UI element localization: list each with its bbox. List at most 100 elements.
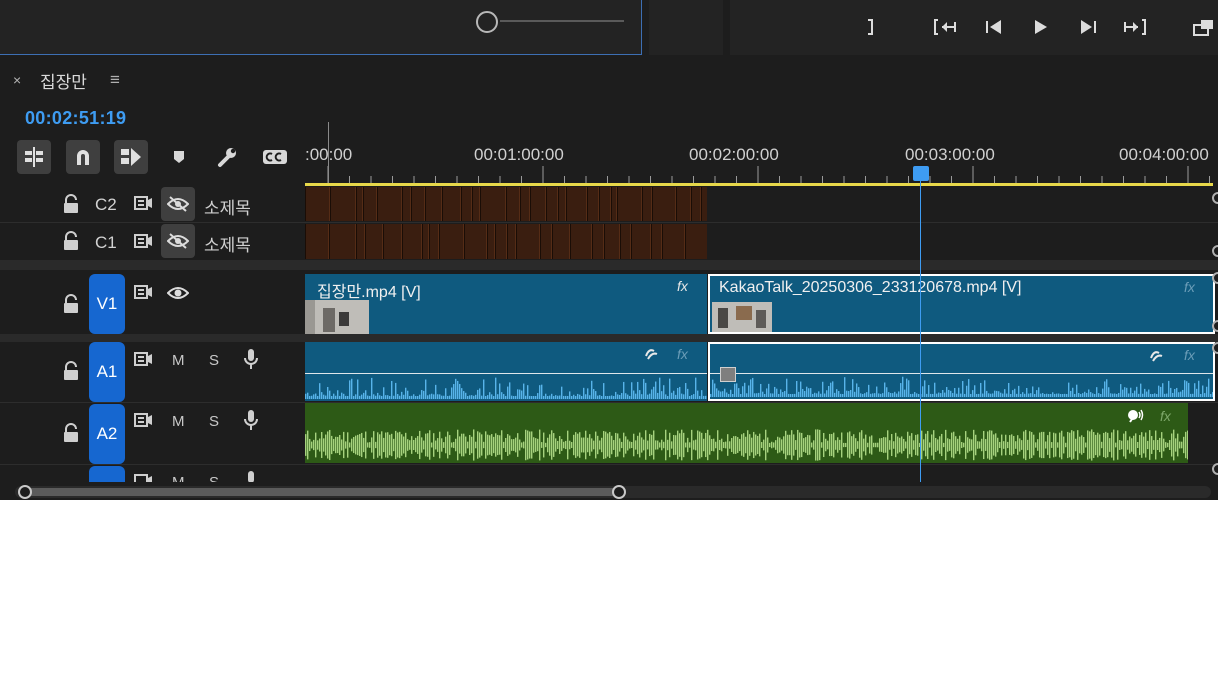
microphone-icon[interactable] — [243, 470, 259, 482]
mute-button[interactable]: M — [172, 413, 185, 430]
audio-clip-3[interactable]: fx — [305, 403, 1188, 463]
caption-segment[interactable] — [411, 187, 425, 221]
video-caption-divider[interactable] — [0, 260, 1218, 270]
caption-segment[interactable] — [540, 224, 552, 259]
caption-segment[interactable] — [662, 224, 685, 259]
caption-segment[interactable] — [461, 187, 472, 221]
marker-icon[interactable] — [162, 140, 196, 174]
vertical-zoom-knob[interactable] — [1212, 463, 1218, 475]
caption-segment[interactable] — [701, 187, 707, 221]
scroll-zoom-left-handle[interactable] — [18, 485, 32, 499]
caption-segment[interactable] — [570, 224, 592, 259]
panel-menu-icon[interactable]: ≡ — [110, 70, 120, 90]
caption-segment[interactable] — [422, 224, 429, 259]
solo-button[interactable]: S — [209, 352, 219, 369]
caption-segment[interactable] — [402, 187, 411, 221]
caption-segment[interactable] — [587, 187, 599, 221]
caption-segment[interactable] — [558, 187, 566, 221]
microphone-icon[interactable] — [243, 409, 259, 436]
video-clip-2[interactable]: KakaoTalk_20250306_233120678.mp4 [V] fx — [708, 274, 1215, 334]
track-name-c1[interactable]: C1 — [95, 233, 117, 253]
export-frame-icon[interactable] — [1192, 14, 1218, 40]
wrench-icon[interactable] — [210, 140, 244, 174]
caption-segment[interactable] — [592, 224, 604, 259]
solo-button[interactable]: S — [209, 413, 219, 430]
work-area-bar[interactable] — [305, 183, 1213, 186]
vertical-zoom-knob[interactable] — [1212, 272, 1218, 284]
caption-segment[interactable] — [442, 187, 461, 221]
caption-segment[interactable] — [691, 187, 701, 221]
caption-segment[interactable] — [507, 224, 516, 259]
zoom-slider-knob[interactable] — [476, 11, 498, 33]
caption-segment[interactable] — [676, 187, 691, 221]
caption-clip-c1[interactable] — [305, 224, 707, 259]
caption-segment[interactable] — [651, 224, 662, 259]
track-name-c2[interactable]: C2 — [95, 195, 117, 215]
caption-segment[interactable] — [652, 187, 676, 221]
caption-segment[interactable] — [642, 187, 652, 221]
mark-out-icon[interactable] — [857, 14, 883, 40]
caption-segment[interactable] — [566, 187, 587, 221]
lock-icon[interactable] — [62, 194, 80, 219]
vertical-zoom-knob[interactable] — [1212, 342, 1218, 354]
sync-lock-icon[interactable] — [133, 283, 153, 306]
caption-segment[interactable] — [530, 187, 546, 221]
caption-segment[interactable] — [599, 187, 611, 221]
video-clip-1[interactable]: 집장만.mp4 [V] fx — [305, 274, 707, 334]
caption-segment[interactable] — [402, 224, 422, 259]
caption-segment[interactable] — [604, 224, 620, 259]
caption-segment[interactable] — [305, 224, 329, 259]
lock-icon[interactable] — [62, 294, 80, 319]
go-to-out-icon[interactable] — [1122, 14, 1148, 40]
captions-icon[interactable] — [258, 140, 292, 174]
mute-button[interactable]: M — [172, 474, 185, 482]
vertical-zoom-knob[interactable] — [1212, 320, 1218, 332]
play-icon[interactable] — [1027, 14, 1053, 40]
caption-segment[interactable] — [617, 187, 642, 221]
audio-clip-1[interactable]: fx — [305, 342, 707, 401]
microphone-icon[interactable] — [243, 348, 259, 375]
go-to-in-icon[interactable] — [932, 14, 958, 40]
caption-segment[interactable] — [377, 187, 402, 221]
toggle-output-off-icon[interactable] — [161, 224, 195, 258]
caption-segment[interactable] — [620, 224, 631, 259]
caption-segment[interactable] — [383, 224, 402, 259]
caption-segment[interactable] — [363, 187, 377, 221]
sync-lock-icon[interactable] — [133, 194, 153, 217]
caption-segment[interactable] — [516, 224, 540, 259]
mute-button[interactable]: M — [172, 352, 185, 369]
caption-segment[interactable] — [356, 187, 363, 221]
playhead-handle[interactable] — [913, 166, 929, 181]
caption-clip-c2[interactable] — [305, 187, 707, 221]
snap-magnet-icon[interactable] — [66, 140, 100, 174]
caption-segment[interactable] — [464, 224, 487, 259]
sync-lock-icon[interactable] — [133, 472, 153, 482]
caption-segment[interactable] — [495, 224, 507, 259]
caption-segment[interactable] — [546, 187, 558, 221]
caption-segment[interactable] — [480, 187, 506, 221]
lock-icon[interactable] — [62, 361, 80, 386]
track-name-a1[interactable]: A1 — [89, 342, 125, 402]
caption-segment[interactable] — [365, 224, 383, 259]
step-forward-icon[interactable] — [1075, 14, 1101, 40]
caption-segment[interactable] — [329, 224, 356, 259]
track-name-a2[interactable]: A2 — [89, 404, 125, 464]
track-name-a3[interactable] — [89, 466, 125, 482]
toggle-output-icon[interactable] — [166, 285, 190, 306]
sync-lock-icon[interactable] — [133, 232, 153, 255]
solo-button[interactable]: S — [209, 474, 219, 482]
vertical-zoom-knob[interactable] — [1212, 192, 1218, 204]
linked-selection-icon[interactable] — [114, 140, 148, 174]
caption-segment[interactable] — [356, 224, 365, 259]
caption-segment[interactable] — [685, 224, 707, 259]
caption-segment[interactable] — [425, 187, 442, 221]
sequence-tab-title[interactable]: 집장만 — [40, 68, 87, 93]
video-audio-divider[interactable] — [0, 334, 1218, 342]
vertical-zoom-knob[interactable] — [1212, 245, 1218, 257]
audio-clip-2[interactable]: fx — [708, 342, 1215, 401]
caption-segment[interactable] — [631, 224, 651, 259]
sync-lock-icon[interactable] — [133, 411, 153, 434]
playhead-timecode[interactable]: 00:02:51:19 — [25, 108, 126, 129]
caption-segment[interactable] — [487, 224, 495, 259]
caption-segment[interactable] — [472, 187, 480, 221]
